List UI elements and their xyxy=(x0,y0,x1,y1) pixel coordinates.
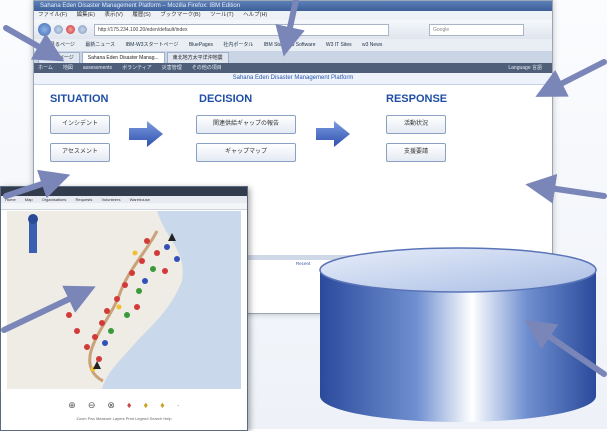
tab-sahana[interactable]: Sahana Eden Disaster Manag... xyxy=(81,52,165,63)
disaster-map[interactable] xyxy=(7,211,241,389)
menu-view[interactable]: 表示(V) xyxy=(104,12,122,18)
map-menu-item[interactable]: Home xyxy=(5,197,16,202)
table-cell: Recent xyxy=(296,261,311,266)
menu-help[interactable]: ヘルプ(H) xyxy=(243,12,267,18)
window-title: Sahana Eden Disaster Management Platform… xyxy=(34,1,552,11)
bookmark-item[interactable]: 社内ポータル xyxy=(223,42,253,48)
flow-arrow-icon xyxy=(316,121,350,147)
flow-arrow-icon xyxy=(129,121,163,147)
map-menu-item[interactable]: Warehouse xyxy=(130,197,150,202)
map-menu-item[interactable]: Requests xyxy=(76,197,93,202)
map-menu-bar: Home Map Organisations Requests Voluntee… xyxy=(1,196,247,203)
menu-bookmarks[interactable]: ブックマーク(B) xyxy=(160,12,200,18)
nav-item-other[interactable]: その他の項目 xyxy=(192,63,222,73)
bookmark-item[interactable]: w3 News xyxy=(362,42,382,48)
menu-file[interactable]: ファイル(F) xyxy=(38,12,67,18)
tab-homepage[interactable]: ホームページ xyxy=(38,52,80,63)
decision-title: DECISION xyxy=(199,93,253,105)
map-zoom-control[interactable] xyxy=(28,214,38,253)
menu-edit[interactable]: 編集(E) xyxy=(77,12,95,18)
nav-item-map[interactable]: 地図 xyxy=(63,63,73,73)
slide-background: Sahana Eden Disaster Management Platform… xyxy=(0,0,607,431)
bookmarks-bar: よく見るページ 最新ニュース IBM-W3スタートページ BluePages 社… xyxy=(34,39,552,51)
gap-map-button[interactable]: ギャップマップ xyxy=(196,143,296,162)
nav-item-assessments[interactable]: assessments xyxy=(83,63,112,73)
bookmark-item[interactable]: IBM-W3スタートページ xyxy=(125,42,178,48)
tab-strip: ホームページ Sahana Eden Disaster Manag... 東北地… xyxy=(34,51,552,63)
home-icon[interactable] xyxy=(78,25,87,34)
forward-icon[interactable] xyxy=(54,25,63,34)
tab-earthquake[interactable]: 東北地方太平洋沖地震 xyxy=(166,52,229,63)
requests-button[interactable]: 支援要請 xyxy=(386,143,446,162)
map-menu-item[interactable]: Organisations xyxy=(42,197,67,202)
language-selector[interactable]: Language 言語 xyxy=(508,63,542,73)
bookmark-item[interactable]: 最新ニュース xyxy=(85,42,115,48)
measure-icon[interactable]: ⊗ xyxy=(107,400,115,411)
map-window-titlebar xyxy=(1,187,247,196)
bookmark-item[interactable]: W3 IT Sites xyxy=(326,42,352,48)
url-input[interactable]: http://175.234.100.20/eden/default/index xyxy=(94,23,389,36)
bookmark-item[interactable]: よく見るページ xyxy=(40,42,75,48)
zoom-icon[interactable]: ⊕ xyxy=(68,400,76,411)
bookmark-item[interactable]: BluePages xyxy=(189,42,213,48)
database-icon xyxy=(319,247,597,422)
map-menu-item[interactable]: Volunteers xyxy=(102,197,121,202)
assessment-button[interactable]: アセスメント xyxy=(50,143,110,162)
back-icon[interactable] xyxy=(38,23,51,36)
bookmark-item[interactable]: IBM Standard Software xyxy=(264,42,316,48)
map-menu-item[interactable]: Map xyxy=(25,197,33,202)
gap-report-button[interactable]: 関連供給ギャップの報告 xyxy=(196,115,296,134)
platform-title: Sahana Eden Disaster Management Platform xyxy=(34,73,552,85)
map-tool-row: ⊕ ⊖ ⊗ ♦ ♦ ♦ · xyxy=(1,393,247,417)
map-window: Home Map Organisations Requests Voluntee… xyxy=(0,186,248,431)
incident-button[interactable]: インシデント xyxy=(50,115,110,134)
pin-icon[interactable]: ♦ xyxy=(127,400,132,410)
pin-icon[interactable]: · xyxy=(177,400,180,410)
stop-icon[interactable] xyxy=(66,25,75,34)
pin-icon[interactable]: ♦ xyxy=(144,400,149,410)
navigation-toolbar: http://175.234.100.20/eden/default/index… xyxy=(34,20,552,39)
nav-item-home[interactable]: ホーム xyxy=(38,63,53,73)
nav-item-volunteers[interactable]: ボランティア xyxy=(122,63,152,73)
menu-tools[interactable]: ツール(T) xyxy=(210,12,234,18)
response-title: RESPONSE xyxy=(386,93,448,105)
pin-icon[interactable]: ♦ xyxy=(160,400,165,410)
app-navigation: ホーム 地図 assessments ボランティア 災害管理 その他の項目 La… xyxy=(34,63,552,73)
situation-title: SITUATION xyxy=(50,93,109,105)
search-input[interactable]: Google xyxy=(429,23,524,36)
map-tool-labels: Zoom Pan Measure Layers Print Legend Sea… xyxy=(76,416,172,421)
menu-history[interactable]: 履歴(S) xyxy=(132,12,150,18)
activities-button[interactable]: 活動状況 xyxy=(386,115,446,134)
pan-icon[interactable]: ⊖ xyxy=(88,400,96,411)
map-toolbar xyxy=(1,203,247,210)
nav-item-disaster[interactable]: 災害管理 xyxy=(162,63,182,73)
pointer-arrow-icon xyxy=(535,59,607,97)
menu-bar: ファイル(F) 編集(E) 表示(V) 履歴(S) ブックマーク(B) ツール(… xyxy=(34,11,552,20)
